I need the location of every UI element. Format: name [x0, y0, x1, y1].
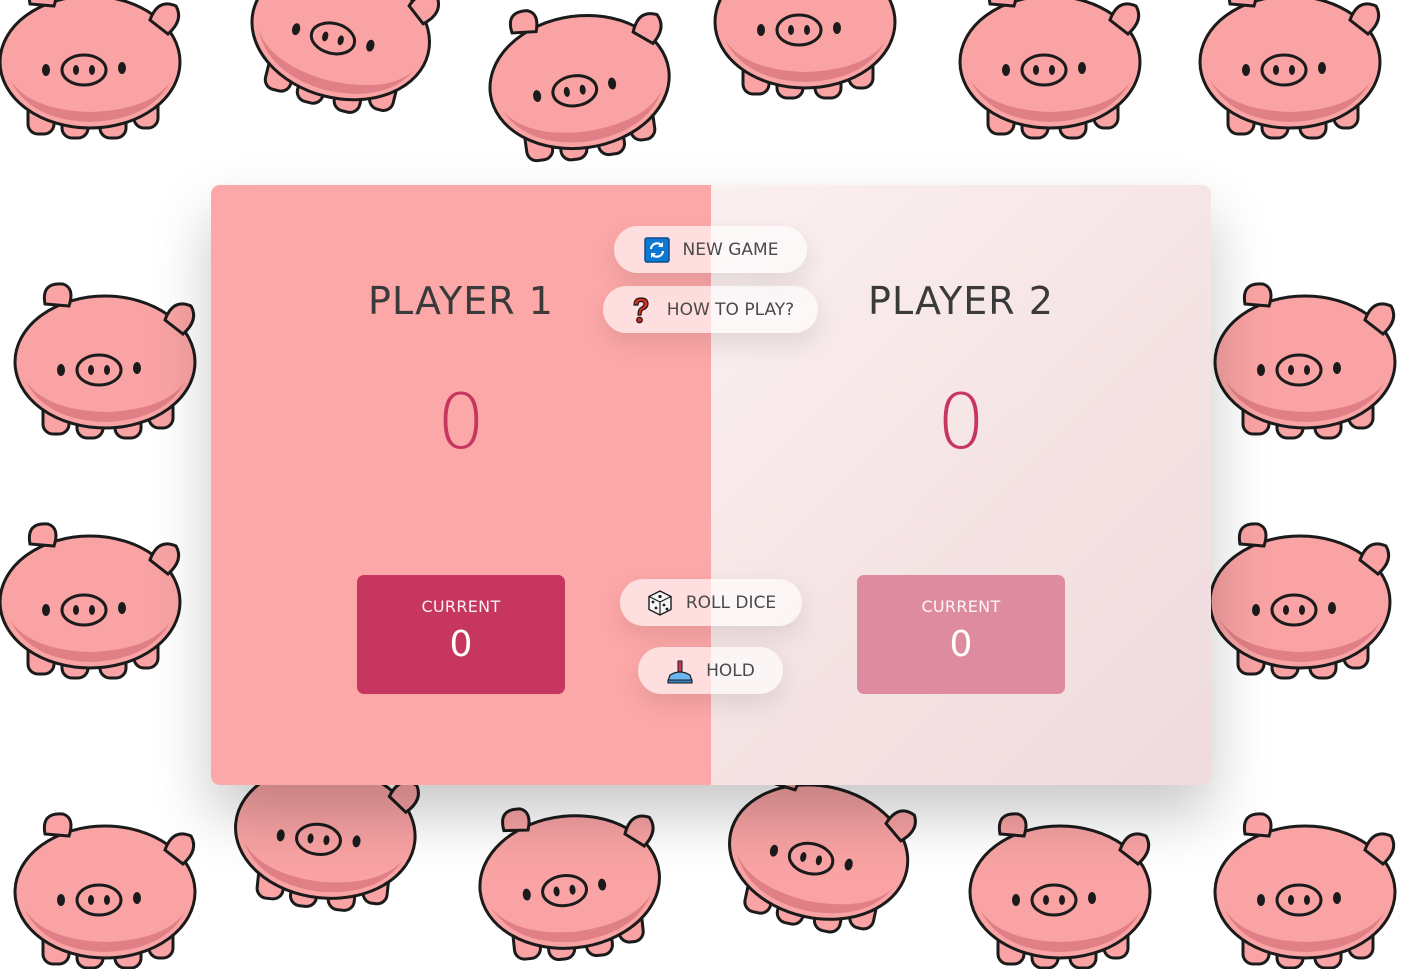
- player-1-panel: PLAYER 1 0 CURRENT 0: [211, 185, 711, 785]
- pig-icon: [1205, 270, 1405, 460]
- current-label: CURRENT: [921, 597, 1001, 616]
- pig-icon: [1200, 510, 1400, 700]
- new-game-label: NEW GAME: [682, 239, 779, 260]
- refresh-icon: [643, 236, 671, 264]
- player-2-panel: PLAYER 2 0 CURRENT 0: [711, 185, 1211, 785]
- pig-icon: [950, 0, 1150, 160]
- pig-icon: [5, 270, 205, 460]
- hold-label: HOLD: [706, 660, 755, 681]
- hold-button[interactable]: HOLD: [638, 647, 783, 694]
- player-1-current-score: 0: [449, 624, 473, 665]
- player-2-current-score: 0: [949, 624, 973, 665]
- hold-lever-icon: [666, 657, 694, 685]
- game-board: PLAYER 1 0 CURRENT 0 PLAYER 2 0 CURRENT …: [211, 185, 1211, 785]
- roll-dice-label: ROLL DICE: [685, 592, 777, 613]
- question-mark-icon: [627, 296, 655, 324]
- pig-icon: [705, 0, 905, 120]
- pig-icon: [461, 780, 680, 969]
- pig-icon: [1205, 800, 1405, 969]
- player-1-current-box: CURRENT 0: [357, 575, 565, 694]
- pig-icon: [0, 0, 190, 160]
- how-to-play-button[interactable]: HOW TO PLAY?: [603, 286, 818, 333]
- player-2-current-box: CURRENT 0: [857, 575, 1065, 694]
- player-1-score: 0: [436, 376, 486, 466]
- pig-icon: [5, 800, 205, 969]
- current-label: CURRENT: [421, 597, 501, 616]
- player-2-name: PLAYER 2: [868, 279, 1054, 323]
- how-to-play-label: HOW TO PLAY?: [666, 299, 795, 320]
- new-game-button[interactable]: NEW GAME: [614, 226, 807, 273]
- pig-icon: [0, 510, 190, 700]
- roll-dice-button[interactable]: ROLL DICE: [620, 579, 802, 626]
- pig-icon: [1190, 0, 1390, 160]
- player-1-name: PLAYER 1: [368, 279, 554, 323]
- player-2-score: 0: [936, 376, 986, 466]
- pig-icon: [468, 0, 692, 193]
- pig-icon: [220, 0, 460, 151]
- pig-icon: [960, 800, 1160, 969]
- dice-icon: [646, 589, 674, 617]
